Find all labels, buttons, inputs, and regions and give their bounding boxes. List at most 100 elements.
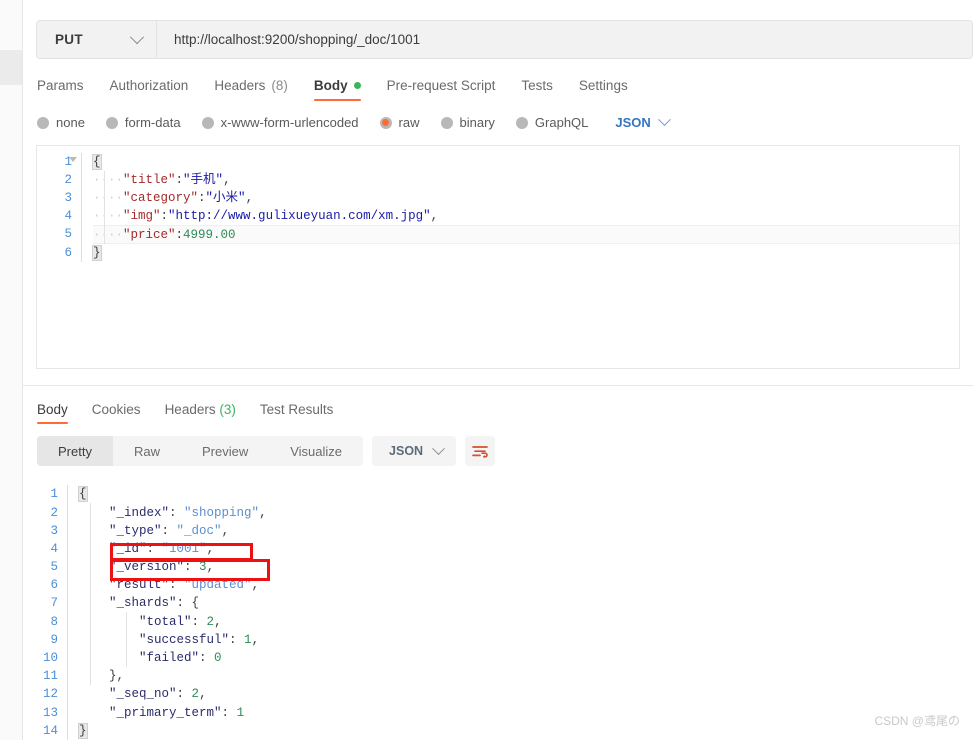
- code-token: 1: [244, 632, 252, 647]
- body-type-radio-label: form-data: [124, 115, 181, 131]
- body-type-radio-group: none form-data x-www-form-urlencoded raw bin…: [37, 113, 973, 132]
- body-type-radio-form-data[interactable]: form-data: [105, 115, 181, 131]
- line-number: 14: [42, 723, 58, 738]
- wrap-lines-button[interactable]: [465, 436, 496, 467]
- request-code-lines[interactable]: {····"title":"手机", ····"category":"小米", ··…: [69, 152, 959, 262]
- code-line: "_id": "1001",: [79, 540, 973, 558]
- response-tab-test-results[interactable]: Test Results: [260, 402, 334, 424]
- response-tab-body[interactable]: Body: [37, 402, 68, 425]
- radio-unselected-icon: [515, 116, 528, 129]
- line-number: 3: [64, 190, 72, 205]
- code-line: "_type": "_doc",: [79, 522, 973, 540]
- response-tab-cookies[interactable]: Cookies: [92, 402, 141, 424]
- code-line: {: [92, 153, 959, 171]
- body-type-radio-raw[interactable]: raw: [379, 115, 420, 130]
- line-number: 4: [50, 541, 58, 556]
- request-tab-label: Tests: [521, 78, 553, 94]
- response-line-numbers: 1 2 3 4 5 6 7 8 9 10 11 12 13 14: [23, 485, 67, 740]
- indent-guide: [104, 170, 105, 244]
- body-language-label: JSON: [615, 115, 651, 131]
- chevron-down-icon: [432, 442, 445, 455]
- response-view-pretty[interactable]: Pretty: [37, 436, 113, 467]
- response-toolbar: Pretty Raw Preview Visualize JSON: [37, 436, 973, 467]
- response-format-label: JSON: [389, 444, 424, 459]
- code-token: ,: [259, 505, 267, 520]
- request-tab-body[interactable]: Body: [313, 78, 361, 102]
- line-number: 7: [50, 596, 58, 611]
- response-code-lines[interactable]: { "_index": "shopping", "_type": "_doc",…: [67, 485, 973, 740]
- request-tab-headers[interactable]: Headers (8): [214, 78, 288, 101]
- code-fold-arrow-icon[interactable]: [69, 156, 77, 162]
- body-type-radio-x-www-form-urlencoded[interactable]: x-www-form-urlencoded: [201, 115, 359, 131]
- request-tab-tests[interactable]: Tests: [521, 78, 553, 101]
- line-number: 1: [50, 487, 58, 502]
- request-url-input[interactable]: http://localhost:9200/shopping/_doc/1001: [157, 21, 972, 59]
- body-language-select[interactable]: JSON: [615, 113, 671, 131]
- request-tab-authorization[interactable]: Authorization: [110, 78, 189, 101]
- code-token: :: [176, 596, 192, 611]
- code-token: 1: [236, 705, 245, 720]
- code-token: ····: [93, 190, 124, 205]
- response-format-select[interactable]: JSON: [372, 436, 457, 467]
- code-token: "total": [139, 614, 192, 629]
- line-number: 10: [42, 651, 58, 666]
- response-body-viewer[interactable]: 1 2 3 4 5 6 7 8 9 10 11 12 13 14 { "_index": "shoppin…: [23, 478, 973, 740]
- request-tab-params[interactable]: Params: [37, 78, 84, 101]
- response-tab-headers[interactable]: Headers (3): [165, 402, 236, 424]
- response-tab-count: (3): [215, 402, 236, 418]
- indent-guide: [126, 612, 127, 668]
- http-method-label: PUT: [55, 32, 83, 48]
- request-code-area: 123456 {····"title":"手机", ····"category":…: [37, 146, 959, 262]
- radio-unselected-icon: [37, 116, 49, 129]
- line-number: 5: [50, 560, 58, 575]
- code-token: ,: [223, 172, 231, 187]
- response-tab-label: Test Results: [259, 402, 334, 418]
- code-line: "successful": 1,: [79, 631, 973, 649]
- code-token: "_version": [109, 560, 185, 575]
- code-token: "手机": [183, 172, 224, 187]
- code-token: :: [199, 651, 215, 666]
- body-type-radio-label: x-www-form-urlencoded: [220, 115, 359, 131]
- code-token: "title": [123, 172, 176, 187]
- code-token: :: [169, 578, 185, 593]
- code-token: :: [184, 560, 200, 575]
- code-token: ,: [116, 669, 125, 684]
- line-number: 4: [64, 209, 72, 224]
- code-token: "successful": [139, 632, 230, 647]
- request-url-bar: PUT http://localhost:9200/shopping/_doc/…: [36, 20, 973, 60]
- http-method-select[interactable]: PUT: [37, 21, 157, 59]
- response-view-raw[interactable]: Raw: [113, 436, 181, 466]
- code-token: "_index": [109, 505, 170, 520]
- code-token: "failed": [139, 651, 200, 666]
- body-type-radio-graphql[interactable]: GraphQL: [515, 115, 588, 130]
- code-token: }: [109, 669, 117, 684]
- code-token: }: [92, 244, 102, 261]
- body-type-radio-none[interactable]: none: [37, 115, 85, 130]
- request-body-editor[interactable]: 123456 {····"title":"手机", ····"category":…: [36, 144, 960, 370]
- response-view-visualize[interactable]: Visualize: [269, 436, 363, 466]
- code-token: 2: [206, 614, 215, 629]
- request-tab-bar: Params Authorization Headers (8) Body Pre-re…: [37, 74, 973, 102]
- request-tab-label: Pre-request Script: [386, 78, 496, 94]
- request-line-numbers: 1 2 3 4 5 6: [37, 153, 81, 262]
- line-number: 11: [42, 669, 58, 684]
- body-type-radio-binary[interactable]: binary: [440, 115, 495, 130]
- response-tab-label: Cookies: [91, 402, 141, 418]
- code-line: "_version": 3,: [79, 558, 973, 576]
- code-token: ,: [206, 541, 215, 556]
- code-line: "total": 2,: [79, 613, 973, 631]
- request-tab-label: Body: [313, 78, 348, 94]
- code-token: "updated": [184, 578, 252, 593]
- code-token: "_shards": [109, 596, 177, 611]
- code-token: :: [175, 228, 184, 243]
- request-tab-settings[interactable]: Settings: [579, 78, 628, 101]
- response-view-preview[interactable]: Preview: [181, 436, 269, 466]
- request-tab-pre-request-script[interactable]: Pre-request Script: [387, 78, 496, 101]
- code-token: :: [175, 172, 184, 187]
